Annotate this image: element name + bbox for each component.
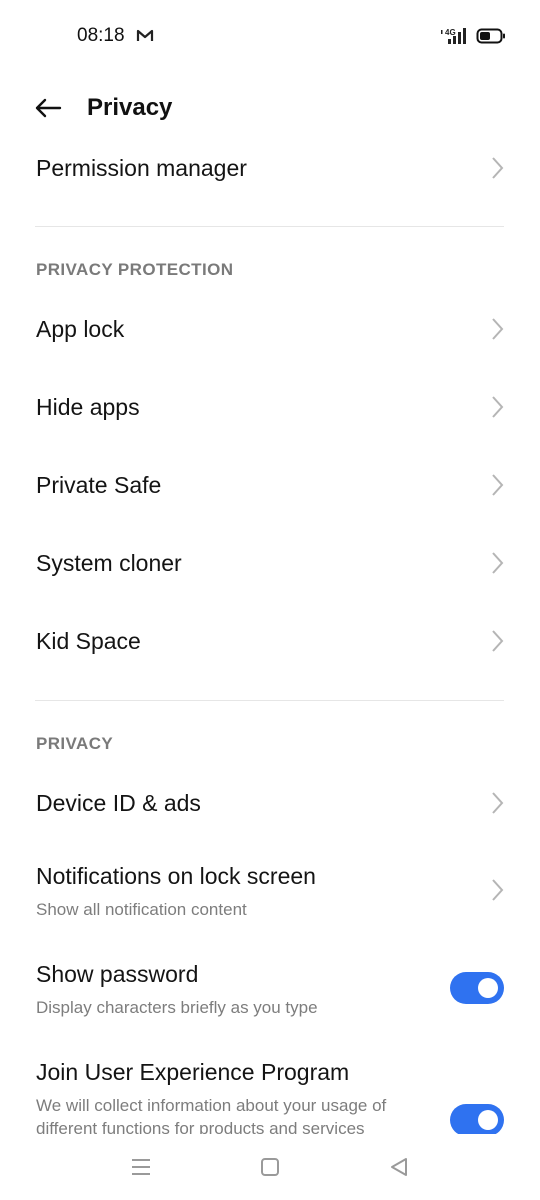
row-device-id-ads[interactable]: Device ID & ads — [0, 774, 540, 832]
row-subtitle: Show all notification content — [36, 900, 247, 919]
nav-back-button[interactable] — [384, 1152, 414, 1182]
row-title: Private Safe — [36, 472, 162, 498]
back-triangle-icon — [391, 1158, 407, 1176]
row-title: App lock — [36, 316, 125, 342]
divider — [35, 226, 504, 227]
recent-apps-icon — [132, 1159, 150, 1175]
chevron-right-icon — [492, 792, 504, 814]
row-title: Join User Experience Program — [36, 1059, 350, 1085]
row-title: Kid Space — [36, 628, 141, 654]
chevron-right-icon — [492, 552, 504, 574]
row-title: Show password — [36, 961, 199, 987]
row-title: Permission manager — [36, 155, 247, 181]
row-permission-manager[interactable]: Permission manager — [0, 140, 540, 196]
row-show-password[interactable]: Show password Display characters briefly… — [0, 950, 540, 1030]
chevron-right-icon — [492, 157, 504, 179]
row-hide-apps[interactable]: Hide apps — [0, 378, 540, 436]
recent-apps-button[interactable] — [126, 1152, 156, 1182]
section-header-privacy-protection: PRIVACY PROTECTION — [36, 260, 234, 279]
row-subtitle-line2: different functions for products and ser… — [36, 1119, 365, 1134]
toggle-knob — [478, 978, 498, 998]
home-button[interactable] — [255, 1152, 285, 1182]
row-subtitle: Display characters briefly as you type — [36, 998, 318, 1017]
chevron-right-icon — [492, 474, 504, 496]
row-user-experience-program[interactable]: Join User Experience Program We will col… — [0, 1048, 540, 1134]
row-title: Device ID & ads — [36, 790, 201, 816]
chevron-right-icon — [492, 396, 504, 418]
row-app-lock[interactable]: App lock — [0, 300, 540, 358]
home-square-icon — [261, 1158, 279, 1176]
row-notifications-lock-screen[interactable]: Notifications on lock screen Show all no… — [0, 852, 540, 932]
settings-list[interactable]: Permission manager PRIVACY PROTECTION Ap… — [0, 0, 540, 1134]
row-kid-space[interactable]: Kid Space — [0, 612, 540, 670]
divider — [35, 700, 504, 701]
chevron-right-icon — [492, 879, 504, 901]
row-system-cloner[interactable]: System cloner — [0, 534, 540, 592]
row-title: Notifications on lock screen — [36, 863, 316, 889]
toggle-knob — [478, 1110, 498, 1130]
row-title: Hide apps — [36, 394, 140, 420]
chevron-right-icon — [492, 318, 504, 340]
user-experience-toggle[interactable] — [450, 1104, 504, 1134]
section-header-privacy: PRIVACY — [36, 734, 114, 753]
row-private-safe[interactable]: Private Safe — [0, 456, 540, 514]
show-password-toggle[interactable] — [450, 972, 504, 1004]
chevron-right-icon — [492, 630, 504, 652]
row-title: System cloner — [36, 550, 182, 576]
row-subtitle-line1: We will collect information about your u… — [36, 1096, 387, 1115]
